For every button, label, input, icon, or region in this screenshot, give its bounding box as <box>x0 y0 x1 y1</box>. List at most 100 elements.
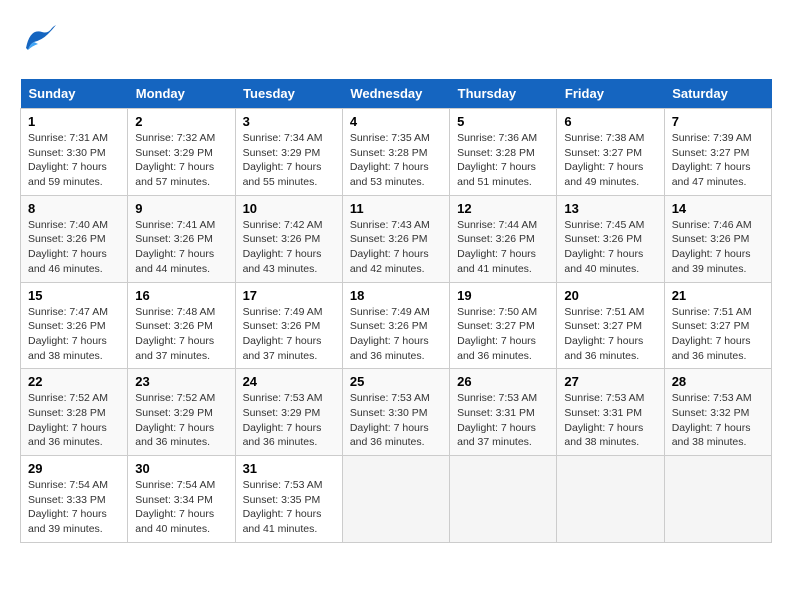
col-header-monday: Monday <box>128 79 235 109</box>
calendar-cell: 11 Sunrise: 7:43 AMSunset: 3:26 PMDaylig… <box>342 195 449 282</box>
cell-info: Sunrise: 7:53 AMSunset: 3:32 PMDaylight:… <box>672 392 752 448</box>
cell-info: Sunrise: 7:51 AMSunset: 3:27 PMDaylight:… <box>672 306 752 362</box>
cell-info: Sunrise: 7:35 AMSunset: 3:28 PMDaylight:… <box>350 132 430 188</box>
calendar-cell: 7 Sunrise: 7:39 AMSunset: 3:27 PMDayligh… <box>664 109 771 196</box>
logo-icon <box>20 20 58 63</box>
day-number: 23 <box>135 374 227 389</box>
calendar-cell: 17 Sunrise: 7:49 AMSunset: 3:26 PMDaylig… <box>235 282 342 369</box>
cell-info: Sunrise: 7:48 AMSunset: 3:26 PMDaylight:… <box>135 306 215 362</box>
calendar-cell: 13 Sunrise: 7:45 AMSunset: 3:26 PMDaylig… <box>557 195 664 282</box>
col-header-tuesday: Tuesday <box>235 79 342 109</box>
calendar-cell: 6 Sunrise: 7:38 AMSunset: 3:27 PMDayligh… <box>557 109 664 196</box>
day-number: 30 <box>135 461 227 476</box>
calendar-cell: 28 Sunrise: 7:53 AMSunset: 3:32 PMDaylig… <box>664 369 771 456</box>
day-number: 26 <box>457 374 549 389</box>
cell-info: Sunrise: 7:46 AMSunset: 3:26 PMDaylight:… <box>672 219 752 275</box>
calendar-cell: 22 Sunrise: 7:52 AMSunset: 3:28 PMDaylig… <box>21 369 128 456</box>
day-number: 18 <box>350 288 442 303</box>
day-number: 11 <box>350 201 442 216</box>
cell-info: Sunrise: 7:53 AMSunset: 3:29 PMDaylight:… <box>243 392 323 448</box>
calendar-cell: 4 Sunrise: 7:35 AMSunset: 3:28 PMDayligh… <box>342 109 449 196</box>
cell-info: Sunrise: 7:41 AMSunset: 3:26 PMDaylight:… <box>135 219 215 275</box>
calendar-cell <box>342 456 449 543</box>
calendar-cell: 18 Sunrise: 7:49 AMSunset: 3:26 PMDaylig… <box>342 282 449 369</box>
calendar-cell: 9 Sunrise: 7:41 AMSunset: 3:26 PMDayligh… <box>128 195 235 282</box>
day-number: 2 <box>135 114 227 129</box>
day-number: 5 <box>457 114 549 129</box>
calendar-cell: 10 Sunrise: 7:42 AMSunset: 3:26 PMDaylig… <box>235 195 342 282</box>
calendar-cell: 8 Sunrise: 7:40 AMSunset: 3:26 PMDayligh… <box>21 195 128 282</box>
day-number: 6 <box>564 114 656 129</box>
page-header <box>20 20 772 63</box>
cell-info: Sunrise: 7:54 AMSunset: 3:34 PMDaylight:… <box>135 479 215 535</box>
day-number: 28 <box>672 374 764 389</box>
day-number: 12 <box>457 201 549 216</box>
day-number: 8 <box>28 201 120 216</box>
cell-info: Sunrise: 7:47 AMSunset: 3:26 PMDaylight:… <box>28 306 108 362</box>
calendar-cell: 25 Sunrise: 7:53 AMSunset: 3:30 PMDaylig… <box>342 369 449 456</box>
day-number: 4 <box>350 114 442 129</box>
day-number: 14 <box>672 201 764 216</box>
cell-info: Sunrise: 7:53 AMSunset: 3:35 PMDaylight:… <box>243 479 323 535</box>
cell-info: Sunrise: 7:49 AMSunset: 3:26 PMDaylight:… <box>350 306 430 362</box>
calendar-cell: 21 Sunrise: 7:51 AMSunset: 3:27 PMDaylig… <box>664 282 771 369</box>
cell-info: Sunrise: 7:45 AMSunset: 3:26 PMDaylight:… <box>564 219 644 275</box>
col-header-saturday: Saturday <box>664 79 771 109</box>
col-header-sunday: Sunday <box>21 79 128 109</box>
day-number: 22 <box>28 374 120 389</box>
calendar-cell <box>450 456 557 543</box>
day-number: 20 <box>564 288 656 303</box>
cell-info: Sunrise: 7:32 AMSunset: 3:29 PMDaylight:… <box>135 132 215 188</box>
calendar-cell: 29 Sunrise: 7:54 AMSunset: 3:33 PMDaylig… <box>21 456 128 543</box>
calendar-cell: 14 Sunrise: 7:46 AMSunset: 3:26 PMDaylig… <box>664 195 771 282</box>
calendar-cell: 16 Sunrise: 7:48 AMSunset: 3:26 PMDaylig… <box>128 282 235 369</box>
col-header-friday: Friday <box>557 79 664 109</box>
cell-info: Sunrise: 7:51 AMSunset: 3:27 PMDaylight:… <box>564 306 644 362</box>
cell-info: Sunrise: 7:50 AMSunset: 3:27 PMDaylight:… <box>457 306 537 362</box>
day-number: 29 <box>28 461 120 476</box>
cell-info: Sunrise: 7:53 AMSunset: 3:30 PMDaylight:… <box>350 392 430 448</box>
day-number: 17 <box>243 288 335 303</box>
cell-info: Sunrise: 7:36 AMSunset: 3:28 PMDaylight:… <box>457 132 537 188</box>
calendar-cell: 3 Sunrise: 7:34 AMSunset: 3:29 PMDayligh… <box>235 109 342 196</box>
logo <box>20 20 62 63</box>
day-number: 27 <box>564 374 656 389</box>
cell-info: Sunrise: 7:44 AMSunset: 3:26 PMDaylight:… <box>457 219 537 275</box>
cell-info: Sunrise: 7:38 AMSunset: 3:27 PMDaylight:… <box>564 132 644 188</box>
cell-info: Sunrise: 7:53 AMSunset: 3:31 PMDaylight:… <box>457 392 537 448</box>
cell-info: Sunrise: 7:34 AMSunset: 3:29 PMDaylight:… <box>243 132 323 188</box>
cell-info: Sunrise: 7:53 AMSunset: 3:31 PMDaylight:… <box>564 392 644 448</box>
calendar-cell: 1 Sunrise: 7:31 AMSunset: 3:30 PMDayligh… <box>21 109 128 196</box>
day-number: 3 <box>243 114 335 129</box>
cell-info: Sunrise: 7:49 AMSunset: 3:26 PMDaylight:… <box>243 306 323 362</box>
calendar-cell: 30 Sunrise: 7:54 AMSunset: 3:34 PMDaylig… <box>128 456 235 543</box>
cell-info: Sunrise: 7:52 AMSunset: 3:29 PMDaylight:… <box>135 392 215 448</box>
day-number: 7 <box>672 114 764 129</box>
day-number: 13 <box>564 201 656 216</box>
day-number: 16 <box>135 288 227 303</box>
day-number: 24 <box>243 374 335 389</box>
cell-info: Sunrise: 7:54 AMSunset: 3:33 PMDaylight:… <box>28 479 108 535</box>
calendar-cell: 26 Sunrise: 7:53 AMSunset: 3:31 PMDaylig… <box>450 369 557 456</box>
calendar-cell: 24 Sunrise: 7:53 AMSunset: 3:29 PMDaylig… <box>235 369 342 456</box>
calendar-cell: 5 Sunrise: 7:36 AMSunset: 3:28 PMDayligh… <box>450 109 557 196</box>
day-number: 9 <box>135 201 227 216</box>
cell-info: Sunrise: 7:40 AMSunset: 3:26 PMDaylight:… <box>28 219 108 275</box>
calendar-cell <box>664 456 771 543</box>
calendar-cell: 20 Sunrise: 7:51 AMSunset: 3:27 PMDaylig… <box>557 282 664 369</box>
cell-info: Sunrise: 7:31 AMSunset: 3:30 PMDaylight:… <box>28 132 108 188</box>
calendar-cell: 31 Sunrise: 7:53 AMSunset: 3:35 PMDaylig… <box>235 456 342 543</box>
day-number: 1 <box>28 114 120 129</box>
col-header-thursday: Thursday <box>450 79 557 109</box>
calendar-cell: 27 Sunrise: 7:53 AMSunset: 3:31 PMDaylig… <box>557 369 664 456</box>
day-number: 31 <box>243 461 335 476</box>
day-number: 21 <box>672 288 764 303</box>
calendar-cell: 12 Sunrise: 7:44 AMSunset: 3:26 PMDaylig… <box>450 195 557 282</box>
calendar-cell: 19 Sunrise: 7:50 AMSunset: 3:27 PMDaylig… <box>450 282 557 369</box>
day-number: 10 <box>243 201 335 216</box>
calendar-cell: 23 Sunrise: 7:52 AMSunset: 3:29 PMDaylig… <box>128 369 235 456</box>
cell-info: Sunrise: 7:52 AMSunset: 3:28 PMDaylight:… <box>28 392 108 448</box>
calendar-cell: 15 Sunrise: 7:47 AMSunset: 3:26 PMDaylig… <box>21 282 128 369</box>
day-number: 15 <box>28 288 120 303</box>
cell-info: Sunrise: 7:39 AMSunset: 3:27 PMDaylight:… <box>672 132 752 188</box>
